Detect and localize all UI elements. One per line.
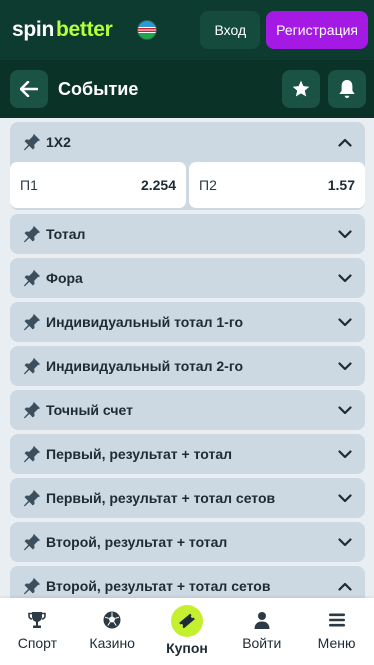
nav-coupon[interactable]: Купон [150,598,225,665]
market-title: Второй, результат + тотал сетов [46,578,271,594]
arrow-left-icon [20,81,38,97]
market-1x2: 1X2 П1 2.254 П2 1.57 [10,122,365,210]
chevron-down-icon[interactable] [337,402,353,418]
pin-icon[interactable] [22,488,42,508]
register-button[interactable]: Регистрация [266,11,368,49]
nav-menu[interactable]: Меню [299,598,374,665]
language-flag-icon[interactable] [136,20,157,40]
nav-label: Спорт [17,635,58,651]
market-header[interactable]: Индивидуальный тотал 1-го [10,302,365,342]
pin-icon[interactable] [22,444,42,464]
chevron-up-icon[interactable] [337,578,353,594]
pin-icon[interactable] [22,224,42,244]
market-handicap: Фора [10,258,365,298]
odds-row: П1 2.254 П2 1.57 [10,162,365,210]
market-exact-score: Точный счет [10,390,365,430]
market-title: Индивидуальный тотал 2-го [46,358,244,374]
nav-sport[interactable]: Спорт [0,598,75,665]
nav-label: Войти [242,635,282,651]
odd-value: 2.254 [140,177,176,193]
market-second-result-total: Второй, результат + тотал [10,522,365,562]
bell-icon [339,80,355,98]
market-second-result-total-sets: Второй, результат + тотал сетов [10,566,365,598]
market-header[interactable]: Второй, результат + тотал сетов [10,566,365,598]
bottom-navigation: Спорт Казино Купон Войти Меню [0,598,374,665]
back-button[interactable] [10,70,48,108]
nav-casino[interactable]: Казино [75,598,150,665]
page-title: Событие [58,78,139,99]
star-icon [292,80,310,97]
chevron-up-icon[interactable] [337,134,353,150]
trophy-icon [28,612,47,628]
notifications-button[interactable] [328,70,366,108]
market-total: Тотал [10,214,365,254]
market-first-result-total: Первый, результат + тотал [10,434,365,474]
odd-label: П2 [199,177,217,193]
login-button[interactable]: Вход [200,11,261,49]
odd-label: П1 [20,177,38,193]
menu-icon [328,613,345,627]
market-header[interactable]: Первый, результат + тотал сетов [10,478,365,518]
chevron-down-icon[interactable] [337,534,353,550]
market-header[interactable]: Первый, результат + тотал [10,434,365,474]
market-individual-total-2: Индивидуальный тотал 2-го [10,346,365,386]
market-header[interactable]: Индивидуальный тотал 2-го [10,346,365,386]
market-title: Первый, результат + тотал сетов [46,490,276,506]
market-first-result-total-sets: Первый, результат + тотал сетов [10,478,365,518]
pin-icon[interactable] [22,268,42,288]
market-header[interactable]: Тотал [10,214,365,254]
chevron-down-icon[interactable] [337,446,353,462]
odd-button-p1[interactable]: П1 2.254 [10,162,186,208]
market-title: Первый, результат + тотал [46,446,233,462]
market-header[interactable]: Второй, результат + тотал [10,522,365,562]
market-title: 1X2 [46,134,71,150]
nav-label: Купон [166,640,208,656]
market-title: Индивидуальный тотал 1-го [46,314,244,330]
market-title: Второй, результат + тотал [46,534,228,550]
soccer-ball-icon [103,611,121,629]
market-title: Тотал [46,226,86,242]
coupon-badge [170,605,203,637]
event-header: Событие [0,60,374,118]
chevron-down-icon[interactable] [337,490,353,506]
market-title: Точный счет [46,402,133,418]
favorite-button[interactable] [282,70,320,108]
pin-icon[interactable] [22,576,42,596]
nav-login[interactable]: Войти [224,598,299,665]
market-individual-total-1: Индивидуальный тотал 1-го [10,302,365,342]
market-title: Фора [46,270,83,286]
top-header: spin better Вход Регистрация [0,0,374,60]
user-icon [254,612,270,629]
pin-icon[interactable] [22,312,42,332]
pin-icon[interactable] [22,356,42,376]
ticket-icon [179,613,195,629]
chevron-down-icon[interactable] [337,314,353,330]
market-header[interactable]: Точный счет [10,390,365,430]
chevron-down-icon[interactable] [337,226,353,242]
logo-spin-text: spin [12,18,54,41]
odd-value: 1.57 [327,177,355,193]
market-header[interactable]: Фора [10,258,365,298]
pin-icon[interactable] [22,532,42,552]
brand-logo[interactable]: spin better [12,18,113,42]
market-header[interactable]: 1X2 [10,122,365,162]
markets-list: 1X2 П1 2.254 П2 1.57 Тотал Фора Индивиду… [0,118,374,598]
nav-label: Казино [89,635,135,651]
logo-better-text: better [55,18,113,41]
chevron-down-icon[interactable] [337,358,353,374]
pin-icon[interactable] [22,400,42,420]
odd-button-p2[interactable]: П2 1.57 [189,162,365,208]
chevron-down-icon[interactable] [337,270,353,286]
pin-icon[interactable] [22,132,42,152]
nav-label: Меню [317,635,356,651]
